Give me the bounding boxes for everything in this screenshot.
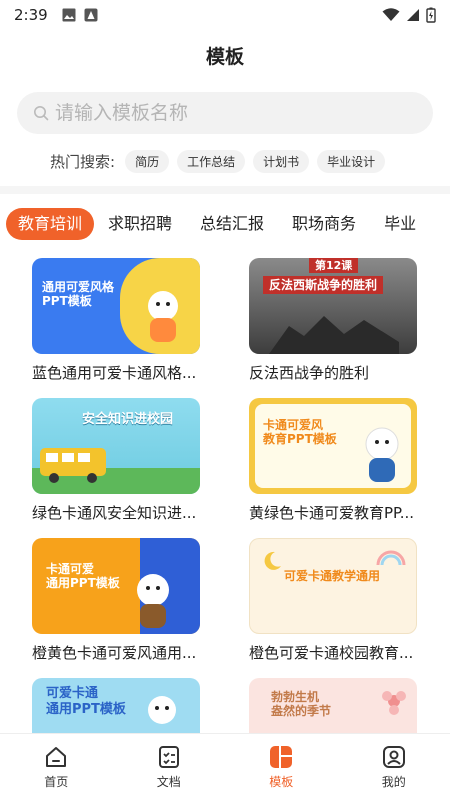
- nav-template[interactable]: 模板: [225, 734, 338, 800]
- tab-education[interactable]: 教育培训: [6, 208, 95, 240]
- template-thumbnail[interactable]: 可爱卡通教学通用: [249, 538, 417, 634]
- thumbnail-text: 卡通可爱 通用PPT模板: [46, 562, 120, 591]
- template-card[interactable]: 通用可爱风格 PPT模板 蓝色通用可爱卡通风格...: [32, 258, 207, 383]
- bottom-nav: 首页 文档 模板 我的: [0, 733, 450, 800]
- tab-report[interactable]: 总结汇报: [186, 208, 278, 240]
- thumbnail-text: 可爱卡通教学通用: [284, 569, 381, 583]
- template-title: 蓝色通用可爱卡通风格...: [32, 364, 197, 382]
- nav-home[interactable]: 首页: [0, 734, 113, 800]
- thumbnail-text: 勃勃生机 盎然的季节: [271, 690, 332, 719]
- document-icon: [158, 746, 179, 768]
- template-icon: [270, 746, 293, 768]
- hot-search-chip[interactable]: 工作总结: [177, 149, 246, 173]
- tab-business[interactable]: 职场商务: [278, 208, 370, 240]
- thumbnail-text: 可爱卡通 通用PPT模板: [46, 686, 126, 717]
- nav-profile-label: 我的: [381, 775, 406, 789]
- hot-search-row: 热门搜索: 简历 工作总结 计划书 毕业设计: [50, 148, 386, 174]
- cartoon-bear-icon: [148, 291, 178, 342]
- tab-jobs[interactable]: 求职招聘: [94, 208, 186, 240]
- hot-search-chip[interactable]: 简历: [125, 149, 170, 173]
- template-title: 绿色卡通风安全知识进...: [32, 504, 197, 522]
- template-thumbnail[interactable]: 勃勃生机 盎然的季节: [249, 678, 417, 738]
- cartoon-bear-icon: [148, 696, 176, 724]
- flower-icon: [382, 691, 406, 715]
- nav-home-label: 首页: [44, 775, 69, 789]
- rainbow-icon: [376, 550, 406, 565]
- page-title: 模板: [205, 46, 244, 68]
- nav-document-label: 文档: [156, 775, 181, 789]
- template-card[interactable]: 可爱卡通 通用PPT模板: [32, 678, 207, 738]
- template-card[interactable]: 勃勃生机 盎然的季节: [249, 678, 424, 738]
- section-divider: [0, 186, 450, 194]
- battery-icon: [426, 7, 436, 23]
- signal-icon: [407, 9, 419, 21]
- soldier-silhouette-icon: [269, 316, 399, 354]
- template-card[interactable]: 第12课 反法西斯战争的胜利 反法西战争的胜利: [249, 258, 424, 383]
- template-thumbnail[interactable]: 通用可爱风格 PPT模板: [32, 258, 200, 354]
- template-thumbnail[interactable]: 卡通可爱 通用PPT模板: [32, 538, 200, 634]
- template-thumbnail[interactable]: 安全知识进校园: [32, 398, 200, 494]
- hot-search-label: 热门搜索:: [50, 152, 116, 171]
- template-card[interactable]: 卡通可爱 通用PPT模板 橙黄色卡通可爱风通用...: [32, 538, 207, 663]
- search-bar[interactable]: [17, 92, 433, 134]
- thumbnail-subtext: 第12课: [309, 258, 359, 274]
- category-tabs: 教育培训 求职招聘 总结汇报 职场商务 毕业: [6, 208, 450, 240]
- hot-search-chip[interactable]: 计划书: [253, 149, 310, 173]
- template-card[interactable]: 安全知识进校园 绿色卡通风安全知识进...: [32, 398, 207, 523]
- status-time: 2:39: [14, 6, 48, 24]
- school-bus-icon: [40, 448, 106, 483]
- thumbnail-text: 卡通可爱风 教育PPT模板: [263, 418, 337, 447]
- template-title: 橙黄色卡通可爱风通用...: [32, 644, 197, 662]
- home-icon: [46, 747, 67, 767]
- template-thumbnail[interactable]: 卡通可爱风 教育PPT模板: [249, 398, 417, 494]
- hot-search-chip[interactable]: 毕业设计: [317, 149, 386, 173]
- template-title: 橙色可爱卡通校园教育...: [249, 644, 414, 662]
- search-icon: [34, 106, 49, 121]
- app-notification-icon: [84, 8, 98, 22]
- nav-document[interactable]: 文档: [113, 734, 226, 800]
- nav-template-label: 模板: [269, 775, 294, 789]
- thumbnail-text: 反法西斯战争的胜利: [263, 276, 384, 295]
- status-bar: 2:39: [0, 0, 450, 30]
- gallery-icon: [62, 8, 76, 22]
- thumbnail-text: 安全知识进校园: [82, 412, 174, 427]
- wifi-icon: [382, 8, 400, 21]
- cartoon-bear-icon: [365, 427, 399, 482]
- template-card[interactable]: 可爱卡通教学通用 橙色可爱卡通校园教育...: [249, 538, 424, 663]
- search-input[interactable]: [55, 102, 395, 124]
- template-thumbnail[interactable]: 第12课 反法西斯战争的胜利: [249, 258, 417, 354]
- thumbnail-text: 通用可爱风格 PPT模板: [42, 280, 115, 309]
- template-card[interactable]: 卡通可爱风 教育PPT模板 黄绿色卡通可爱教育PP...: [249, 398, 424, 523]
- profile-icon: [382, 746, 405, 768]
- cartoon-bear-icon: [137, 574, 169, 628]
- template-title: 反法西战争的胜利: [249, 364, 370, 382]
- template-title: 黄绿色卡通可爱教育PP...: [249, 504, 415, 522]
- tab-graduation[interactable]: 毕业: [370, 208, 430, 240]
- nav-profile[interactable]: 我的: [338, 734, 450, 800]
- template-thumbnail[interactable]: 可爱卡通 通用PPT模板: [32, 678, 200, 738]
- moon-star-icon: [264, 551, 281, 570]
